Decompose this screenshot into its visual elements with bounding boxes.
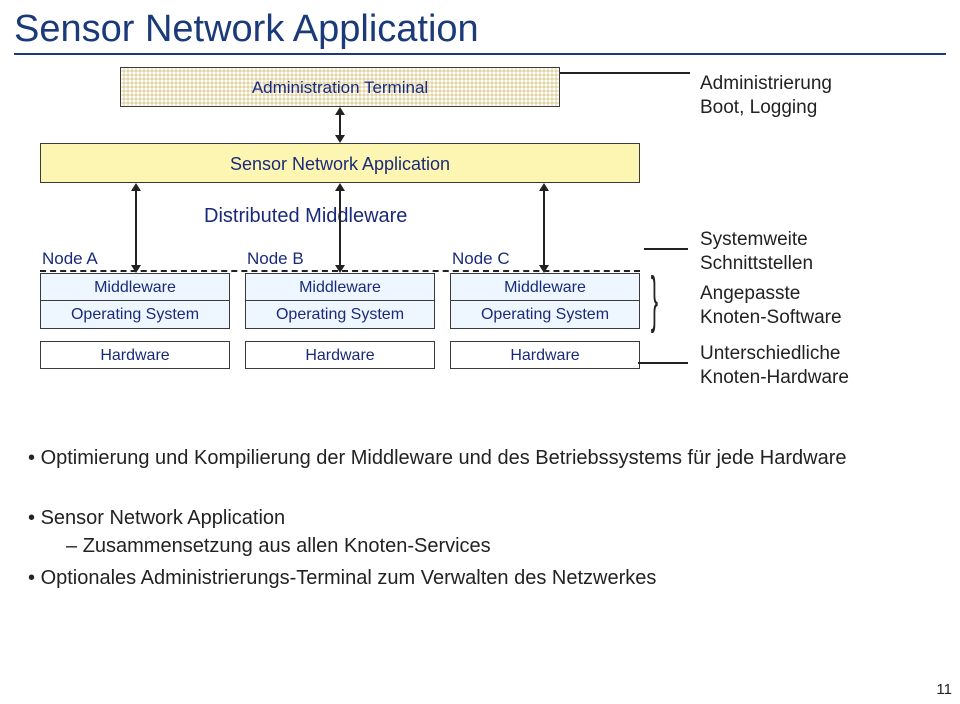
annot-admin: AdministrierungBoot, Logging xyxy=(700,72,832,120)
arrow-admin-app xyxy=(332,107,348,143)
diagram: Administration Terminal Sensor Network A… xyxy=(40,67,680,427)
annot-systemweite: SystemweiteSchnittstellen xyxy=(700,228,813,276)
node-c: Node C Middleware Operating System Hardw… xyxy=(450,249,640,369)
node-a-label: Node A xyxy=(40,249,230,269)
node-b: Node B Middleware Operating System Hardw… xyxy=(245,249,435,369)
node-c-label: Node C xyxy=(450,249,640,269)
node-a: Node A Middleware Operating System Hardw… xyxy=(40,249,230,369)
bullet-2: • Sensor Network Application xyxy=(28,505,285,532)
connector-systemweite xyxy=(644,248,688,250)
bullet-3: • Optionales Administrierungs-Terminal z… xyxy=(28,565,656,592)
brace-icon: } xyxy=(651,272,658,328)
page-title: Sensor Network Application xyxy=(0,0,960,53)
nodes-row: Node A Middleware Operating System Hardw… xyxy=(40,249,640,369)
node-b-middleware: Middleware xyxy=(245,273,435,301)
node-c-os: Operating System xyxy=(450,301,640,329)
distributed-middleware-label: Distributed Middleware xyxy=(204,205,407,228)
connector-admin xyxy=(560,72,690,74)
node-a-hardware: Hardware xyxy=(40,341,230,369)
node-b-hardware: Hardware xyxy=(245,341,435,369)
node-b-os: Operating System xyxy=(245,301,435,329)
annot-angepasste: AngepassteKnoten-Software xyxy=(700,282,842,330)
subbullet-1: – Zusammensetzung aus allen Knoten-Servi… xyxy=(66,535,491,558)
title-rule xyxy=(14,53,946,55)
node-b-label: Node B xyxy=(245,249,435,269)
bullet-2-text: Sensor Network Application xyxy=(41,507,286,529)
bullet-1: • Optimierung und Kompilierung der Middl… xyxy=(28,445,847,472)
page-number: 11 xyxy=(936,681,952,698)
sensor-app-box: Sensor Network Application xyxy=(40,143,640,183)
node-a-os: Operating System xyxy=(40,301,230,329)
admin-terminal-box: Administration Terminal xyxy=(120,67,560,107)
node-c-hardware: Hardware xyxy=(450,341,640,369)
connector-hardware xyxy=(638,362,688,364)
bullet-3-text: Optionales Administrierungs-Terminal zum… xyxy=(41,567,657,589)
subbullet-1-text: Zusammensetzung aus allen Knoten-Service… xyxy=(83,535,491,557)
node-c-middleware: Middleware xyxy=(450,273,640,301)
node-a-middleware: Middleware xyxy=(40,273,230,301)
annot-hardware: UnterschiedlicheKnoten-Hardware xyxy=(700,342,849,390)
bullet-1-text: Optimierung und Kompilierung der Middlew… xyxy=(41,447,847,469)
